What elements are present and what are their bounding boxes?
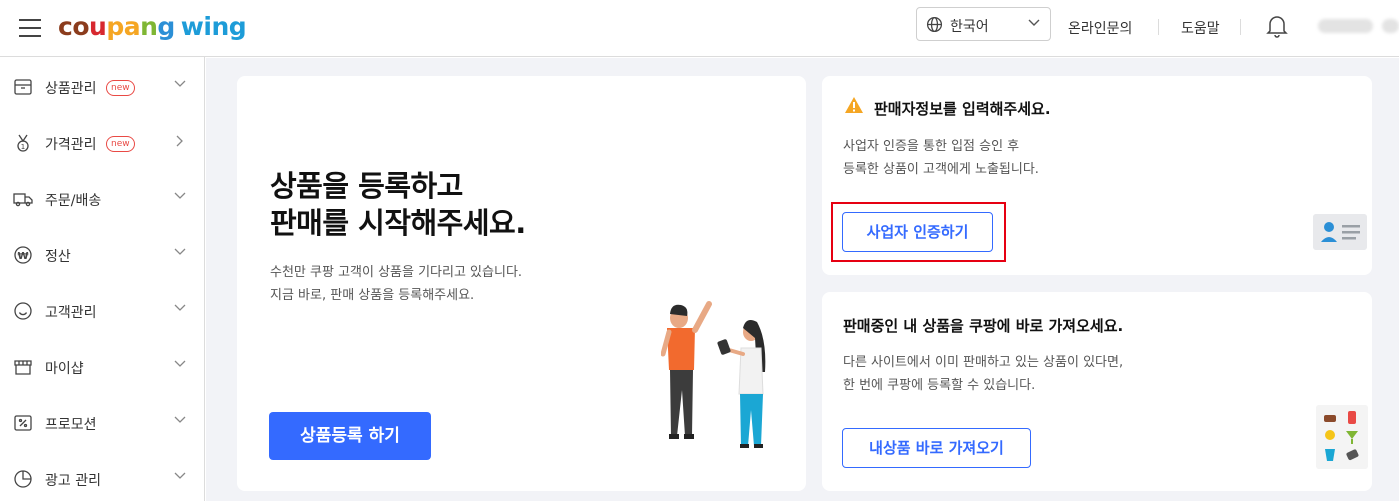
- sidebar-item-products[interactable]: 상품관리 new: [0, 59, 204, 115]
- coupang-wing-logo[interactable]: coupang wing: [58, 12, 247, 41]
- chevron-down-icon: [174, 192, 186, 199]
- store-icon: [14, 360, 32, 375]
- products-icon: [1316, 405, 1368, 469]
- seller-info-card: 판매자정보를 입력해주세요. 사업자 인증을 통한 입점 승인 후 등록한 상품…: [822, 76, 1372, 275]
- pie-chart-icon: [14, 470, 32, 488]
- chevron-down-icon: [174, 360, 186, 367]
- sidebar-item-ads[interactable]: 광고 관리: [0, 451, 204, 501]
- sidebar-item-orders[interactable]: 주문/배송: [0, 171, 204, 227]
- smile-icon: [14, 302, 32, 320]
- inquiry-link[interactable]: 온라인문의: [1068, 18, 1132, 38]
- help-link[interactable]: 도움말: [1181, 18, 1220, 38]
- won-icon: ₩: [14, 246, 32, 264]
- import-products-title: 판매중인 내 상품을 쿠팡에 바로 가져오세요.: [843, 317, 1124, 335]
- coupon-icon: [14, 415, 32, 431]
- globe-icon: [926, 16, 943, 33]
- sidebar-item-myshop[interactable]: 마이샵: [0, 339, 204, 395]
- import-products-button[interactable]: 내상품 바로 가져오기: [842, 428, 1031, 468]
- sidebar-item-customers[interactable]: 고객관리: [0, 283, 204, 339]
- menu-icon[interactable]: [19, 19, 41, 37]
- chevron-down-icon: [174, 80, 186, 87]
- new-badge: new: [106, 80, 135, 96]
- user-name-extra: [1382, 19, 1399, 33]
- box-icon: [14, 79, 32, 95]
- seller-info-title: 판매자정보를 입력해주세요.: [874, 100, 1051, 118]
- sidebar-item-settlement[interactable]: ₩ 정산: [0, 227, 204, 283]
- id-card-icon: [1313, 214, 1367, 250]
- chevron-down-icon: [174, 248, 186, 255]
- chevron-down-icon: [174, 416, 186, 423]
- language-select[interactable]: 한국어: [916, 7, 1051, 41]
- bell-icon[interactable]: [1266, 14, 1288, 38]
- divider: [1158, 19, 1159, 35]
- truck-icon: [13, 193, 33, 207]
- chevron-down-icon: [1028, 19, 1040, 26]
- sidebar-item-promotion[interactable]: 프로모션: [0, 395, 204, 451]
- register-product-button[interactable]: 상품등록 하기: [269, 412, 431, 460]
- chevron-right-icon: [176, 135, 183, 147]
- register-product-card: 상품을 등록하고 판매를 시작해주세요. 수천만 쿠팡 고객이 상품을 기다리고…: [237, 76, 806, 491]
- import-products-description: 다른 사이트에서 이미 판매하고 있는 상품이 있다면, 한 번에 쿠팡에 등록…: [843, 355, 1124, 393]
- people-illustration: [661, 301, 766, 448]
- chevron-down-icon: [174, 472, 186, 479]
- divider: [1240, 19, 1241, 35]
- top-bar: coupang wing 한국어 온라인문의 도움말: [0, 0, 1399, 57]
- warning-icon: [845, 97, 863, 113]
- user-name[interactable]: [1318, 19, 1373, 33]
- chevron-down-icon: [174, 304, 186, 311]
- language-label: 한국어: [950, 19, 989, 35]
- medal-icon: 1: [17, 134, 29, 152]
- sidebar: 상품관리 new 1 가격관리 new 주문/배송 ₩ 정산 고객관리 마이샵 …: [0, 57, 205, 501]
- new-badge: new: [106, 136, 135, 152]
- seller-info-description: 사업자 인증을 통한 입점 승인 후 등록한 상품이 고객에게 노출됩니다.: [843, 139, 1039, 177]
- hero-description: 수천만 쿠팡 고객이 상품을 기다리고 있습니다. 지금 바로, 판매 상품을 …: [270, 265, 523, 303]
- svg-text:₩: ₩: [17, 251, 28, 262]
- hero-title: 상품을 등록하고 판매를 시작해주세요.: [270, 169, 526, 240]
- sidebar-item-pricing[interactable]: 1 가격관리 new: [0, 115, 204, 171]
- import-products-card: 판매중인 내 상품을 쿠팡에 바로 가져오세요. 다른 사이트에서 이미 판매하…: [822, 292, 1372, 491]
- svg-text:1: 1: [21, 143, 25, 151]
- business-verify-button[interactable]: 사업자 인증하기: [842, 212, 993, 252]
